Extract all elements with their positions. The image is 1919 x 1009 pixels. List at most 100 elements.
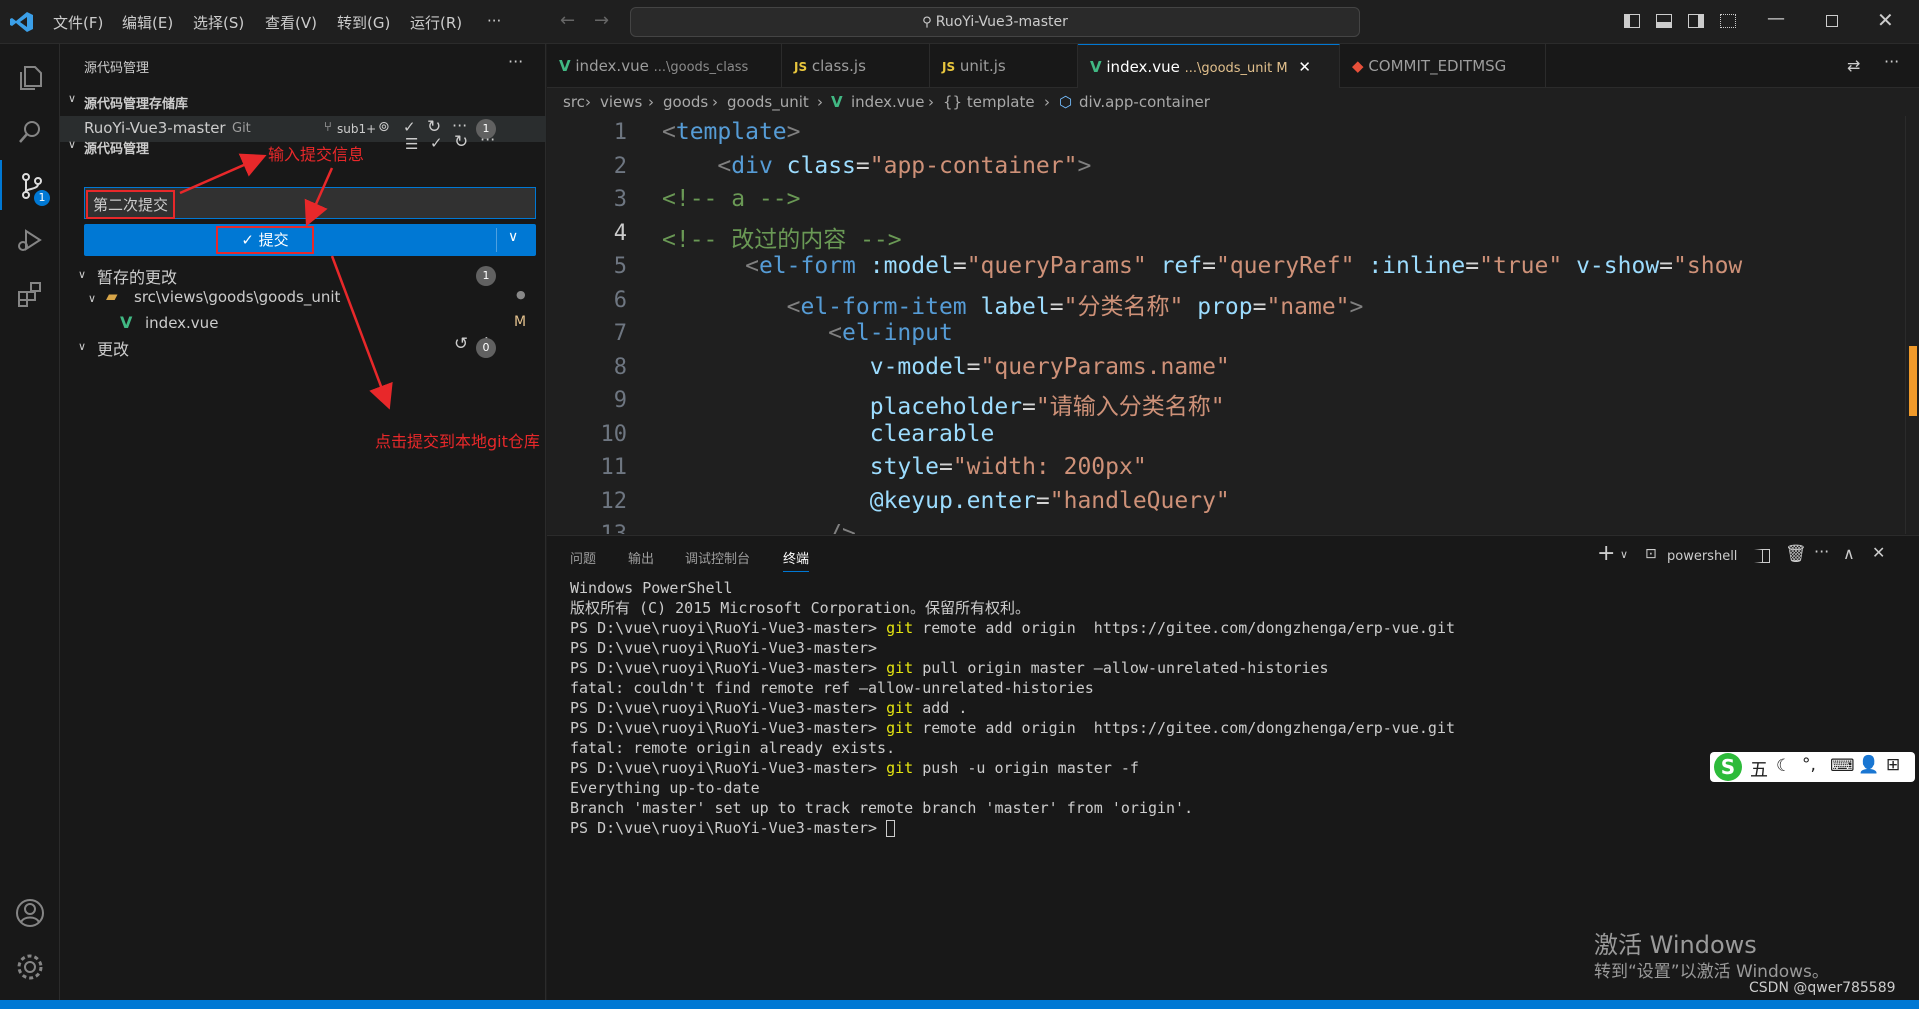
arrow-to-input xyxy=(179,153,267,195)
terminal-line: PS D:\vue\ruoyi\RuoYi-Vue3-master> git r… xyxy=(570,718,1455,738)
moon-icon[interactable]: ☾ xyxy=(1776,756,1791,776)
chevron-right-icon: › xyxy=(585,93,591,111)
close-panel-icon[interactable]: ✕ xyxy=(1872,543,1885,562)
terminal-prompt: PS D:\vue\ruoyi\RuoYi-Vue3-master> xyxy=(570,719,887,737)
terminal-command: git xyxy=(886,699,914,717)
tab-index-vue-goods-class[interactable]: V index.vue ...\goods_class xyxy=(547,44,782,88)
tab-close-icon[interactable]: ✕ xyxy=(1298,58,1311,76)
user-icon[interactable]: 👤 xyxy=(1858,755,1879,775)
tab-unit-js[interactable]: JS unit.js xyxy=(930,44,1078,88)
terminal-prompt: PS D:\vue\ruoyi\RuoYi-Vue3-master> xyxy=(570,659,887,677)
terminal-cursor xyxy=(886,820,896,837)
breadcrumb-item[interactable]: index.vue xyxy=(851,88,924,116)
terminal-line: Everything up-to-date xyxy=(570,779,760,797)
line-number: 9 xyxy=(613,388,627,413)
code-line: v-model="queryParams.name" xyxy=(869,354,1230,380)
panel-more-icon[interactable]: ··· xyxy=(1814,542,1829,561)
annotation-input-hint: 输入提交信息 xyxy=(268,145,365,164)
terminal-line: PS D:\vue\ruoyi\RuoYi-Vue3-master> git r… xyxy=(570,618,1455,638)
line-number: 10 xyxy=(600,422,628,447)
code-line: <template> xyxy=(662,119,801,145)
chevron-right-icon: › xyxy=(712,93,718,111)
terminal-args: remote add origin https://gitee.com/dong… xyxy=(913,719,1456,737)
terminal-shell-name[interactable]: powershell xyxy=(1667,549,1737,564)
terminal-output[interactable]: Windows PowerShell 版权所有 (C) 2015 Microsof… xyxy=(570,578,1455,838)
panel-tab-problems[interactable]: 问题 xyxy=(570,548,596,567)
scrollbar-thumb[interactable] xyxy=(1909,346,1917,416)
editor-scrollbar[interactable] xyxy=(1905,116,1919,534)
punctuation-icon[interactable]: °, xyxy=(1802,755,1816,775)
vue-file-icon: V xyxy=(559,57,571,75)
terminal-prompt: PS D:\vue\ruoyi\RuoYi-Vue3-master> xyxy=(570,819,887,837)
activate-windows-title: 激活 Windows xyxy=(1594,931,1757,959)
vue-file-icon: V xyxy=(831,93,843,111)
open-changes-icon[interactable]: ⇄ xyxy=(1847,56,1860,75)
line-number-current: 4 xyxy=(613,221,627,246)
tab-label: index.vue xyxy=(1106,58,1180,76)
tab-label: class.js xyxy=(811,57,866,75)
line-number: 3 xyxy=(613,187,627,212)
split-terminal-icon[interactable] xyxy=(1754,549,1770,563)
code-line: /> xyxy=(828,521,856,534)
tab-description: ...\goods_unit M xyxy=(1184,61,1288,76)
ime-mode[interactable]: 五 xyxy=(1750,756,1768,782)
terminal-line: PS D:\vue\ruoyi\RuoYi-Vue3-master> xyxy=(570,639,878,657)
line-number: 6 xyxy=(613,288,627,313)
tab-commit-editmsg[interactable]: ◆ COMMIT_EDITMSG xyxy=(1340,44,1546,88)
keyboard-icon[interactable]: ⌨ xyxy=(1830,756,1855,776)
new-terminal-plus-icon[interactable]: + xyxy=(1597,541,1615,566)
breadcrumb-item[interactable]: src xyxy=(563,88,585,116)
code-line: <!-- a --> xyxy=(662,186,801,212)
terminal-prompt: PS D:\vue\ruoyi\RuoYi-Vue3-master> xyxy=(570,619,887,637)
panel-tab-output[interactable]: 输出 xyxy=(628,548,654,567)
terminal-line: 版权所有 (C) 2015 Microsoft Corporation。保留所有… xyxy=(570,599,1030,617)
grid-icon[interactable]: ⊞ xyxy=(1886,755,1900,775)
git-file-icon: ◆ xyxy=(1352,57,1364,75)
terminal-dropdown-chevron-icon[interactable]: ∨ xyxy=(1620,548,1628,561)
tab-label: index.vue xyxy=(575,57,649,75)
chevron-right-icon: › xyxy=(928,93,934,111)
tab-description: ...\goods_class xyxy=(653,60,749,75)
tab-class-js[interactable]: JS class.js xyxy=(782,44,930,88)
line-number: 13 xyxy=(547,522,628,534)
line-number: 7 xyxy=(613,321,627,346)
ime-toolbar: S 五 ☾ °, ⌨ 👤 ⊞ xyxy=(1710,752,1915,782)
arrow-to-commit xyxy=(304,167,334,227)
panel-tab-debug-console[interactable]: 调试控制台 xyxy=(685,548,750,567)
terminal-line: Windows PowerShell xyxy=(570,579,733,597)
terminal-prompt-line: PS D:\vue\ruoyi\RuoYi-Vue3-master> xyxy=(570,818,1455,838)
breadcrumb-item[interactable]: goods_unit xyxy=(727,88,809,116)
terminal-line: PS D:\vue\ruoyi\RuoYi-Vue3-master> git p… xyxy=(570,658,1455,678)
terminal-line: PS D:\vue\ruoyi\RuoYi-Vue3-master> git p… xyxy=(570,758,1455,778)
code-line: <!-- 改过的内容 --> xyxy=(662,227,902,253)
breadcrumb-item[interactable]: goods xyxy=(663,88,708,116)
sogou-logo-icon[interactable]: S xyxy=(1714,753,1742,781)
terminal-args: add . xyxy=(913,699,968,717)
line-number: 11 xyxy=(600,455,628,480)
panel-tab-terminal[interactable]: 终端 xyxy=(783,548,810,572)
code-line: placeholder="请输入分类名称" xyxy=(869,394,1225,420)
terminal-prompt: PS D:\vue\ruoyi\RuoYi-Vue3-master> xyxy=(570,699,887,717)
terminal-line: Branch 'master' set up to track remote b… xyxy=(570,799,1194,817)
code-line: <div class="app-container"> xyxy=(717,153,1092,179)
csdn-watermark: CSDN @qwer785589 xyxy=(1749,980,1896,996)
element-icon: ⬡ xyxy=(1059,93,1073,111)
tab-index-vue-goods-unit[interactable]: V index.vue ...\goods_unit M ✕ xyxy=(1078,44,1340,88)
terminal-line: fatal: remote origin already exists. xyxy=(570,739,896,757)
breadcrumb-item[interactable]: {} template xyxy=(943,88,1035,116)
code-line: <el-form :model="queryParams" ref="query… xyxy=(745,253,1743,279)
code-line: clearable xyxy=(869,421,995,447)
breadcrumb: src › views › goods › goods_unit › V ind… xyxy=(547,88,1919,116)
terminal-args: push -u origin master -f xyxy=(913,759,1139,777)
trash-icon[interactable]: 🗑 xyxy=(1785,544,1807,564)
terminal-line: fatal: couldn't find remote ref –allow-u… xyxy=(570,679,1094,697)
editor-more-icon[interactable]: ··· xyxy=(1884,52,1899,71)
maximize-panel-chevron-up-icon[interactable]: ∧ xyxy=(1843,544,1855,563)
code-editor[interactable]: 1 2 3 4 5 6 7 8 9 10 11 12 13 <template>… xyxy=(547,116,1919,534)
tab-label: unit.js xyxy=(959,57,1006,75)
terminal-icon: ⊡ xyxy=(1645,546,1657,562)
terminal-command: git xyxy=(886,659,914,677)
terminal-command: git xyxy=(886,719,914,737)
breadcrumb-item[interactable]: views xyxy=(600,88,642,116)
breadcrumb-item[interactable]: div.app-container xyxy=(1079,88,1210,116)
